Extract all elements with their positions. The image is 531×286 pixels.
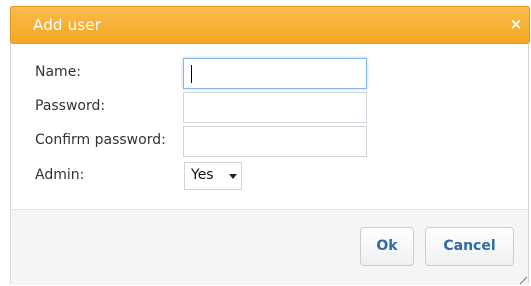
add-user-dialog: Add user × Name: Password: Confirm passw… xyxy=(10,6,530,285)
name-field[interactable] xyxy=(183,58,367,89)
admin-select[interactable]: Yes xyxy=(184,162,242,190)
cancel-button[interactable]: Cancel xyxy=(425,227,514,266)
confirm-password-field[interactable] xyxy=(183,126,367,157)
close-icon[interactable]: × xyxy=(507,13,525,35)
password-label: Password: xyxy=(35,98,106,114)
password-field[interactable] xyxy=(183,92,367,123)
admin-select-value: Yes xyxy=(191,167,214,183)
confirm-password-label: Confirm password: xyxy=(35,132,166,148)
dialog-footer: Ok Cancel xyxy=(11,209,528,285)
chevron-down-icon xyxy=(229,174,237,179)
name-label: Name: xyxy=(35,64,82,80)
text-caret xyxy=(191,65,192,83)
ok-button[interactable]: Ok xyxy=(360,227,414,266)
dialog-titlebar[interactable]: Add user × xyxy=(10,6,530,44)
admin-label: Admin: xyxy=(35,167,85,183)
resize-grip-icon[interactable] xyxy=(518,275,528,285)
dialog-title: Add user xyxy=(33,16,102,34)
